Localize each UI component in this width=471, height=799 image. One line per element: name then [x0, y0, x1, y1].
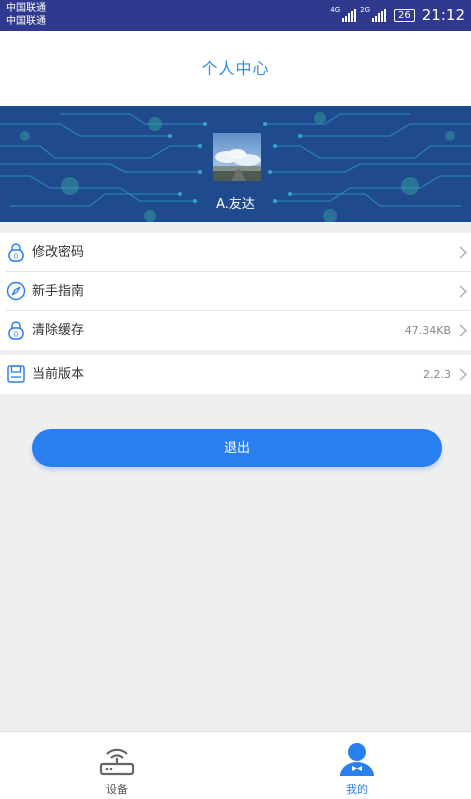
signal-2-icon [372, 8, 387, 22]
tab-device[interactable]: 设备 [57, 732, 177, 799]
svg-text:0: 0 [14, 253, 18, 261]
compass-icon [6, 281, 26, 301]
tab-mine[interactable]: 我的 [297, 732, 417, 799]
status-bar: 中国联通 中国联通 4G 2G 26 21:12 [0, 0, 471, 31]
profile-banner: A.友达 [0, 106, 471, 222]
carrier-1: 中国联通 [6, 3, 46, 14]
svg-text:0: 0 [14, 331, 18, 339]
title-bar: 个人中心 [0, 31, 471, 106]
carrier-2: 中国联通 [6, 16, 46, 27]
user-icon [340, 743, 374, 776]
version-number: 2.2.3 [423, 368, 451, 381]
clock: 21:12 [421, 6, 465, 24]
menu-item-label: 当前版本 [32, 367, 85, 382]
menu-item-beginner-guide[interactable]: 新手指南 [6, 272, 471, 311]
chevron-right-icon [459, 324, 467, 337]
router-icon [99, 748, 135, 776]
menu-item-label: 新手指南 [32, 284, 85, 299]
signal-1-icon [342, 8, 357, 22]
cache-size: 47.34KB [404, 324, 451, 337]
settings-menu: 0 修改密码 新手指南 0 清除缓存 47.34KB [0, 233, 471, 350]
tab-label: 设备 [106, 783, 128, 796]
status-indicators: 4G 2G 26 21:12 [330, 5, 465, 25]
menu-item-label: 修改密码 [32, 245, 85, 260]
network-type-2: 2G [360, 6, 371, 14]
menu-item-change-password[interactable]: 0 修改密码 [6, 233, 471, 272]
chevron-right-icon [459, 368, 467, 381]
bottom-tab-bar: 设备 我的 [0, 731, 471, 799]
battery-icon: 26 [394, 8, 415, 22]
tab-label: 我的 [346, 783, 368, 796]
menu-item-current-version[interactable]: 当前版本 2.2.3 [6, 355, 471, 394]
menu-item-label: 清除缓存 [32, 323, 85, 338]
carrier-info: 中国联通 中国联通 [6, 2, 46, 28]
logout-button[interactable]: 退出 [32, 429, 442, 467]
menu-item-clear-cache[interactable]: 0 清除缓存 47.34KB [6, 311, 471, 350]
save-icon [7, 365, 25, 383]
page-title: 个人中心 [201, 59, 270, 78]
lock-icon: 0 [8, 243, 24, 262]
avatar-photo [213, 133, 261, 181]
lock-icon: 0 [8, 321, 24, 340]
network-type-1: 4G [330, 6, 341, 14]
username: A.友达 [216, 197, 255, 212]
chevron-right-icon [459, 285, 467, 298]
version-menu: 当前版本 2.2.3 [0, 355, 471, 394]
avatar[interactable] [213, 133, 261, 181]
chevron-right-icon [459, 246, 467, 259]
